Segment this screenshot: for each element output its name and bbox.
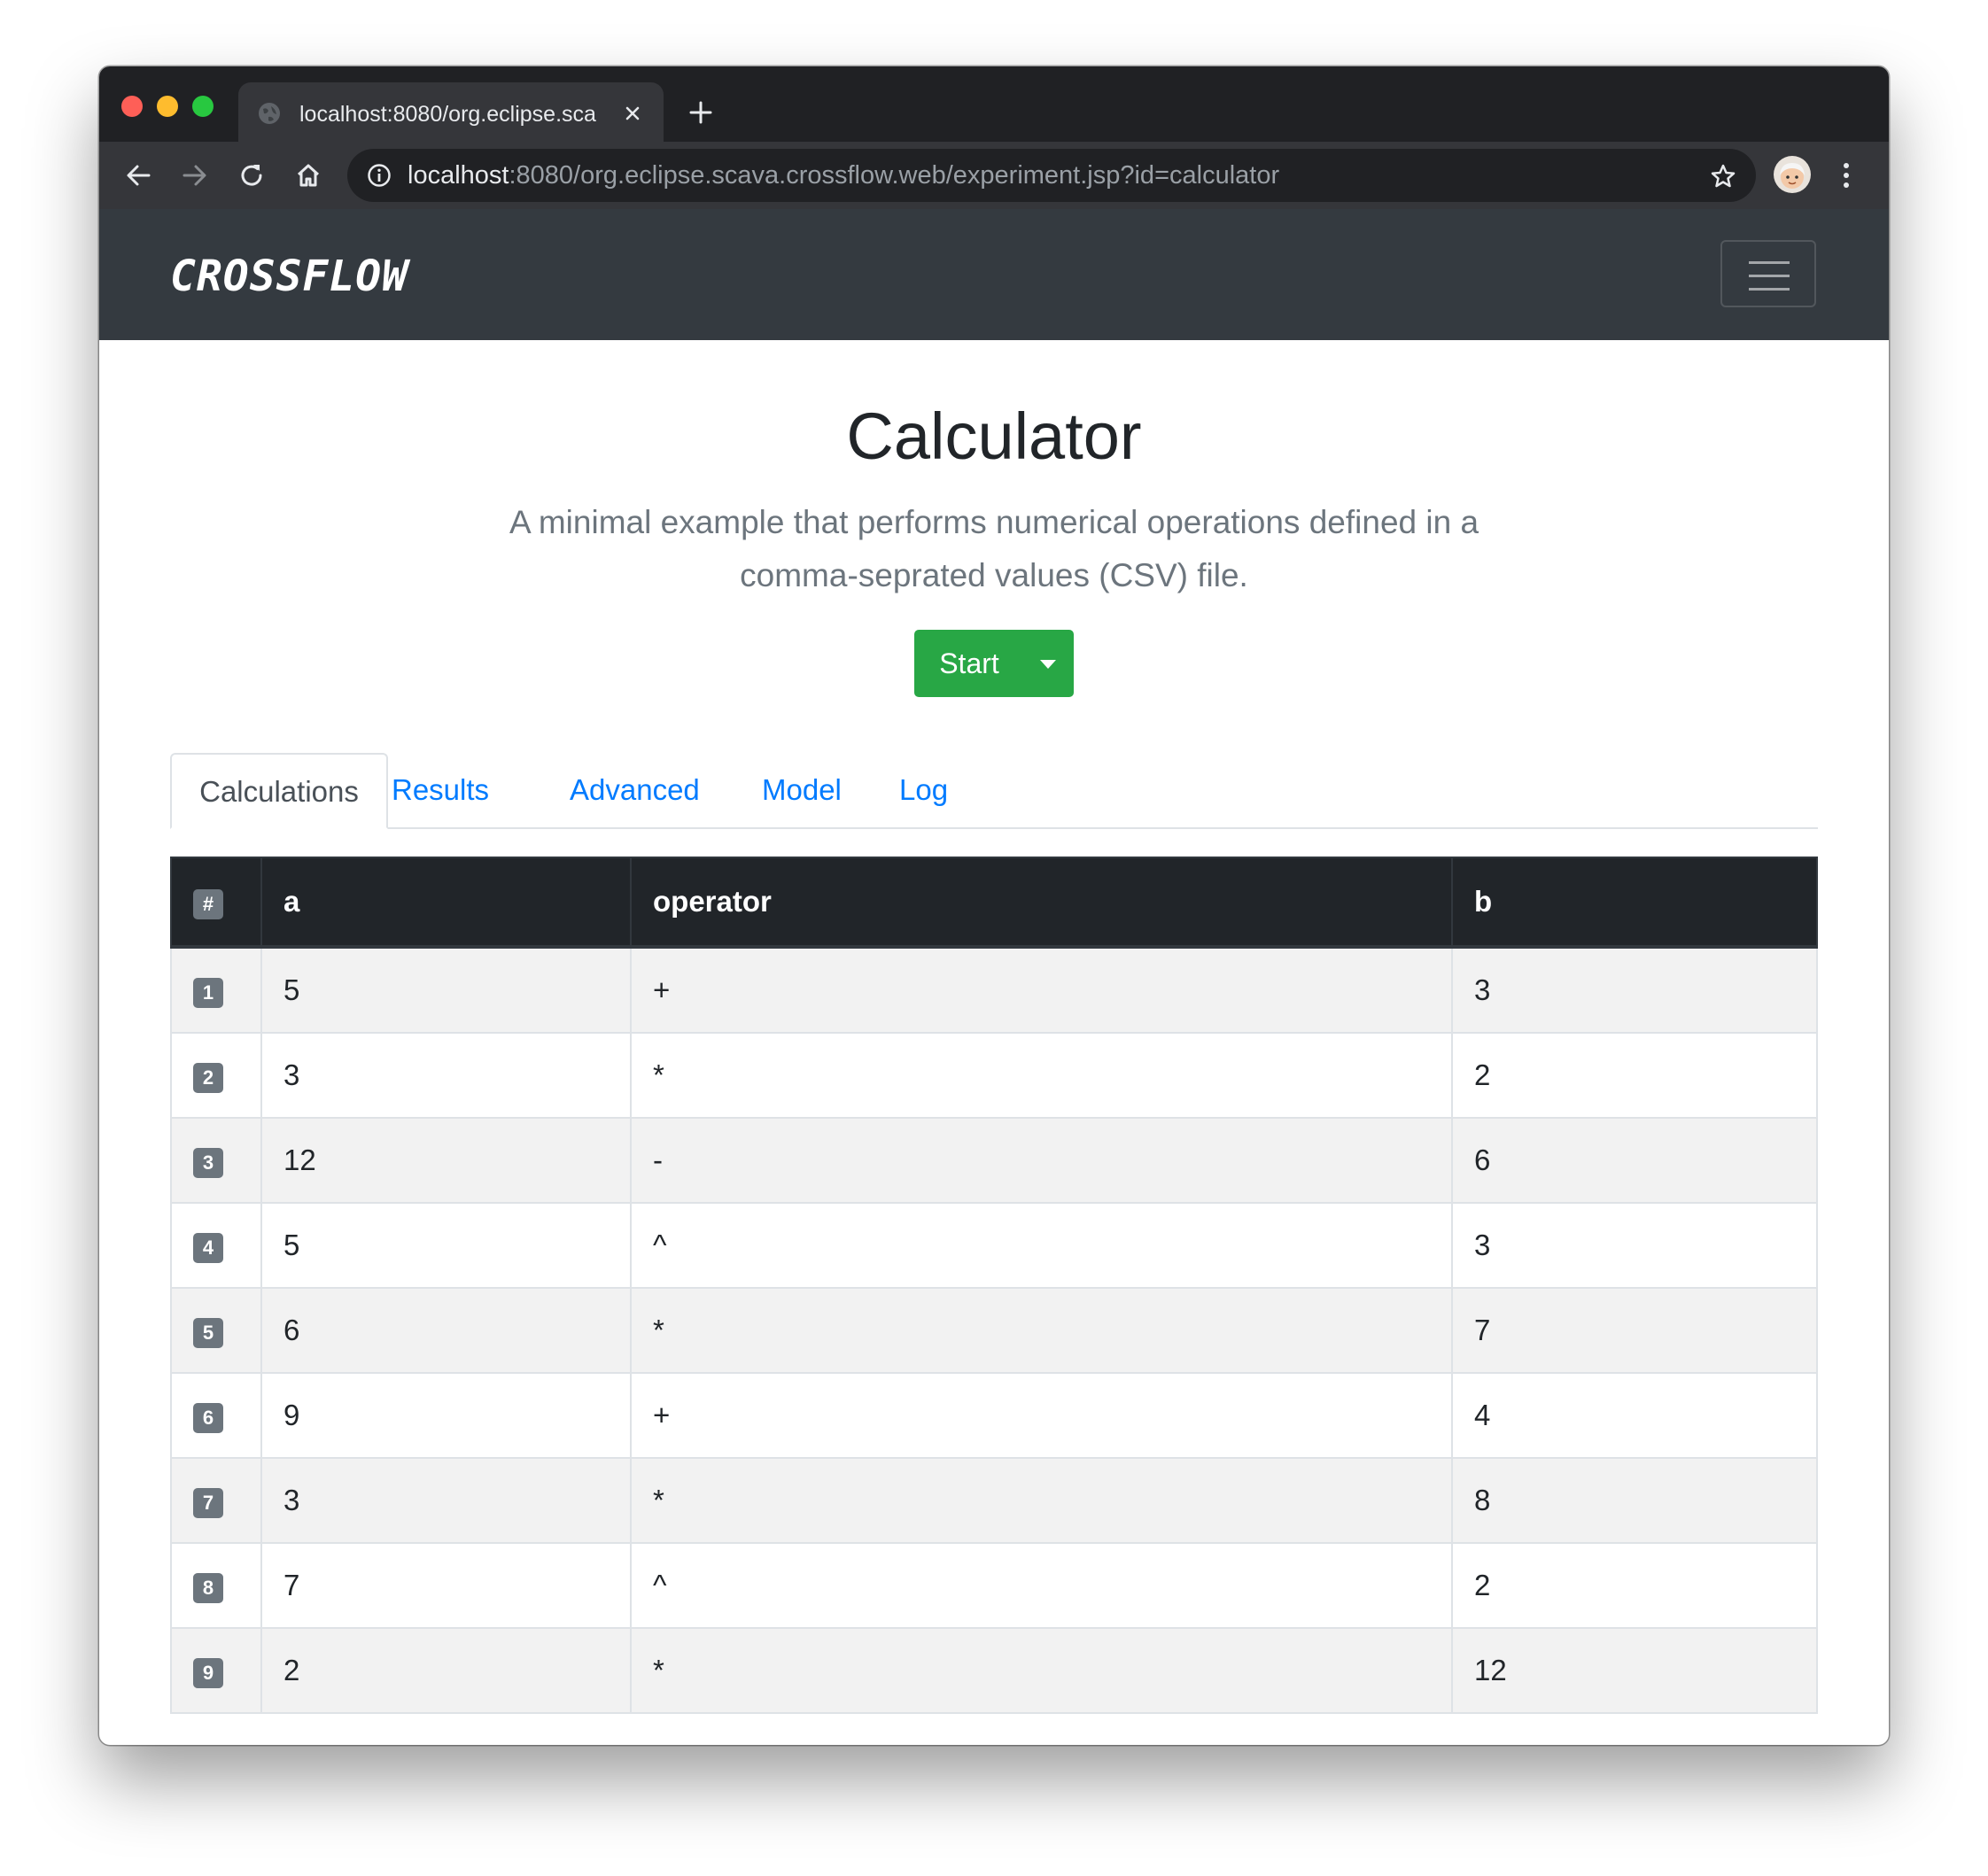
tab-log[interactable]: Log	[899, 753, 948, 827]
cell-operator: +	[630, 1372, 1453, 1459]
browser-window: localhost:8080/org.eclipse.sca localhost…	[99, 66, 1889, 1745]
cell-b: 3	[1451, 1202, 1818, 1289]
table-row: 4 5 ^ 3	[170, 1202, 1818, 1289]
table-row: 5 6 * 7	[170, 1287, 1818, 1374]
column-header-index: #	[170, 857, 262, 949]
row-number-badge: 5	[193, 1318, 223, 1348]
caret-down-icon	[1040, 660, 1056, 669]
cell-operator: *	[630, 1627, 1453, 1714]
column-header-a: a	[260, 857, 632, 949]
row-index-cell: 7	[170, 1457, 262, 1544]
table-row: 8 7 ^ 2	[170, 1542, 1818, 1629]
tab-advanced[interactable]: Advanced	[570, 753, 700, 827]
row-index-cell: 8	[170, 1542, 262, 1629]
cell-a: 7	[260, 1542, 632, 1629]
forward-icon[interactable]	[181, 161, 209, 194]
page-title: Calculator	[846, 399, 1142, 473]
back-icon[interactable]	[124, 161, 152, 194]
zoom-window-button[interactable]	[192, 96, 214, 117]
home-icon[interactable]	[294, 161, 322, 194]
cell-operator: *	[630, 1032, 1453, 1119]
browser-tab[interactable]: localhost:8080/org.eclipse.sca	[238, 82, 664, 142]
tab-model[interactable]: Model	[762, 753, 842, 827]
cell-a: 3	[260, 1032, 632, 1119]
cell-operator: ^	[630, 1542, 1453, 1629]
table-row: 3 12-6	[170, 1117, 1818, 1204]
cell-a: 5	[260, 946, 632, 1034]
avatar[interactable]	[1774, 156, 1811, 193]
brand-logo[interactable]: CROSSFLOW	[170, 252, 408, 301]
cell-operator: *	[630, 1457, 1453, 1544]
row-index-cell: 3	[170, 1117, 262, 1204]
start-button[interactable]: Start	[914, 630, 1024, 697]
row-index-cell: 5	[170, 1287, 262, 1374]
experiment-tabs: Calculations Results Advanced Model Log	[170, 753, 1818, 829]
table-row: 7 3 * 8	[170, 1457, 1818, 1544]
column-header-b: b	[1451, 857, 1818, 949]
row-number-badge: 2	[193, 1063, 223, 1093]
cell-a: 5	[260, 1202, 632, 1289]
cell-a: 6	[260, 1287, 632, 1374]
page-description: A minimal example that performs numerica…	[509, 504, 1479, 593]
menu-dots-icon[interactable]	[1841, 159, 1852, 196]
row-index-cell: 2	[170, 1032, 262, 1119]
navbar-toggle-button[interactable]	[1720, 240, 1816, 307]
cell-b: 12	[1451, 1627, 1818, 1714]
globe-icon	[258, 102, 281, 129]
tab-title: localhost:8080/org.eclipse.sca	[299, 102, 596, 127]
tab-results[interactable]: Results	[392, 753, 489, 827]
column-header-operator: operator	[630, 857, 1453, 949]
cell-b: 4	[1451, 1372, 1818, 1459]
url-host: localhost	[408, 161, 509, 190]
cell-operator: *	[630, 1287, 1453, 1374]
minimize-window-button[interactable]	[157, 96, 178, 117]
browser-toolbar: localhost:8080/org.eclipse.scava.crossfl…	[99, 142, 1889, 209]
row-index-cell: 6	[170, 1372, 262, 1459]
table-row: 2 3 * 2	[170, 1032, 1818, 1119]
info-icon[interactable]	[367, 163, 392, 192]
row-number-badge: 1	[193, 978, 223, 1008]
calculations-table: # a operator b 1 5 +3 2 3 * 2 3 12-6 4 5 ^ 3 5 6 * 7 6 9 +4…	[170, 857, 1818, 1714]
table-row: 9 2 * 12	[170, 1627, 1818, 1714]
cell-a: 12	[260, 1117, 632, 1204]
close-icon[interactable]	[621, 102, 644, 129]
table-header-row: # a operator b	[170, 857, 1818, 949]
row-number-badge: 4	[193, 1233, 223, 1263]
cell-a: 9	[260, 1372, 632, 1459]
cell-a: 3	[260, 1457, 632, 1544]
cell-b: 6	[1451, 1117, 1818, 1204]
cell-a: 2	[260, 1627, 632, 1714]
table-row: 1 5 +3	[170, 946, 1818, 1034]
row-number-badge: 3	[193, 1148, 223, 1178]
row-number-badge: 9	[193, 1658, 223, 1688]
reload-icon[interactable]	[237, 161, 266, 194]
cell-b: 2	[1451, 1542, 1818, 1629]
url-text[interactable]: localhost:8080/org.eclipse.scava.crossfl…	[408, 161, 1279, 190]
row-number-badge: 7	[193, 1488, 223, 1518]
cell-b: 3	[1451, 946, 1818, 1034]
cell-operator: +	[630, 946, 1453, 1034]
cell-b: 8	[1451, 1457, 1818, 1544]
row-number-badge: 6	[193, 1403, 223, 1433]
row-index-cell: 4	[170, 1202, 262, 1289]
address-bar[interactable]: localhost:8080/org.eclipse.scava.crossfl…	[347, 149, 1756, 202]
cell-b: 2	[1451, 1032, 1818, 1119]
star-icon[interactable]	[1710, 163, 1736, 194]
cell-operator: ^	[630, 1202, 1453, 1289]
table-row: 6 9 +4	[170, 1372, 1818, 1459]
cell-b: 7	[1451, 1287, 1818, 1374]
cell-operator: -	[630, 1117, 1453, 1204]
navbar: CROSSFLOW	[99, 209, 1889, 340]
row-number-badge: 8	[193, 1573, 223, 1603]
tab-calculations[interactable]: Calculations	[170, 753, 388, 829]
row-index-cell: 9	[170, 1627, 262, 1714]
plus-icon[interactable]	[688, 100, 713, 129]
tab-strip: localhost:8080/org.eclipse.sca	[99, 66, 1889, 142]
row-index-cell: 1	[170, 946, 262, 1034]
close-window-button[interactable]	[121, 96, 143, 117]
start-button-group: Start	[914, 630, 1074, 697]
index-badge: #	[193, 889, 223, 919]
start-dropdown-toggle[interactable]	[1024, 630, 1074, 697]
url-path: :8080/org.eclipse.scava.crossflow.web/ex…	[509, 161, 1280, 190]
